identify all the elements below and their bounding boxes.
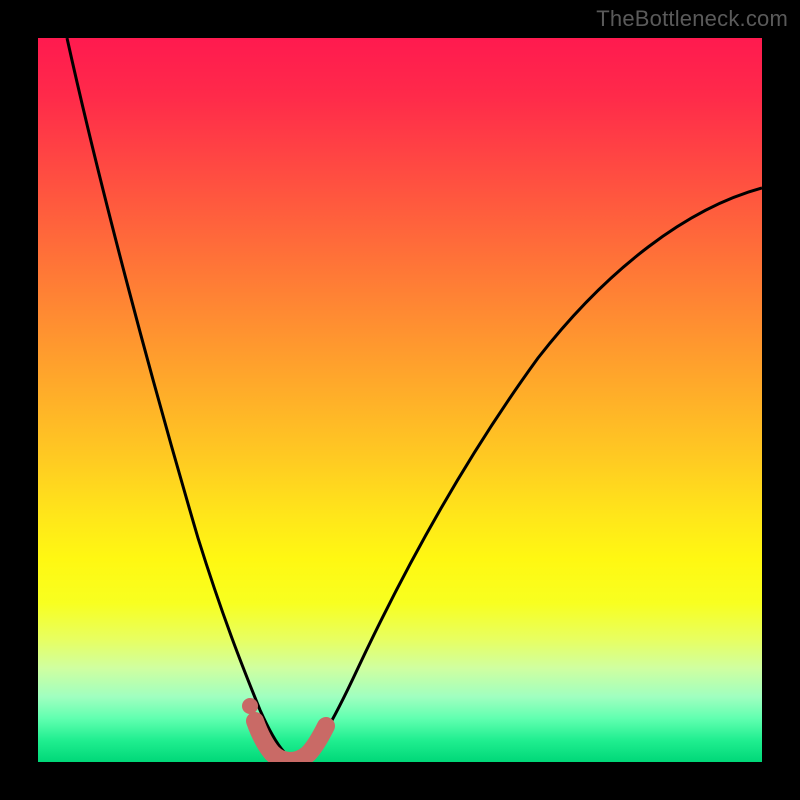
watermark-text: TheBottleneck.com: [596, 6, 788, 32]
curve-layer: [38, 38, 762, 762]
chart-frame: TheBottleneck.com: [0, 0, 800, 800]
bottleneck-curve: [67, 38, 762, 760]
minimum-dot: [242, 698, 258, 714]
plot-area: [38, 38, 762, 762]
minimum-band: [255, 721, 326, 761]
